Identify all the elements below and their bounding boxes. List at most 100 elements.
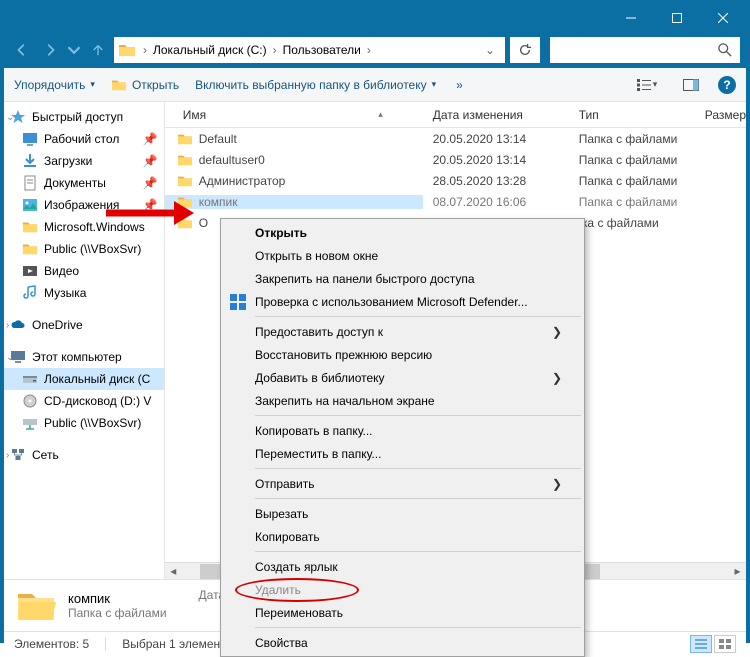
scroll-left-icon[interactable]: ◂ [165,563,182,580]
menu-pin-quick-access[interactable]: Закрепить на панели быстрого доступа [223,267,582,290]
chevron-right-icon: ❯ [552,477,562,491]
open-button[interactable]: Открыть [111,78,179,92]
column-size[interactable]: Размер [695,108,746,122]
network-drive-icon [22,415,38,431]
help-button[interactable]: ? [718,76,736,94]
pin-icon: 📌 [143,132,158,146]
open-folder-icon [111,78,127,92]
details-view-button[interactable] [690,635,712,653]
tree-downloads[interactable]: Загрузки📌 [4,150,164,172]
expand-icon[interactable]: › [6,450,9,461]
file-row[interactable]: Администратор 28.05.2020 13:28 Папка с ф… [165,170,746,191]
status-selection: Выбран 1 элемент [122,637,225,651]
chevron-right-icon[interactable]: › [364,43,374,57]
folder-icon [177,132,193,146]
up-button[interactable] [86,38,110,62]
history-dropdown[interactable] [66,38,82,62]
titlebar [4,4,746,32]
tree-item[interactable]: Public (\\VBoxSvr) [4,238,164,260]
menu-defender-scan[interactable]: Проверка с использованием Microsoft Defe… [223,290,582,313]
column-type[interactable]: Тип [569,108,695,122]
preview-pane-button[interactable] [674,74,708,96]
details-name: компик [68,591,167,606]
tree-local-disk[interactable]: Локальный диск (C [4,368,164,390]
navbar: › Локальный диск (C:) › Пользователи › ⌄ [4,32,746,68]
document-icon [22,175,38,191]
tree-this-pc[interactable]: ⌄Этот компьютер [4,346,164,368]
disc-icon [22,393,38,409]
organize-menu[interactable]: Упорядочить▾ [14,78,95,92]
command-bar: Упорядочить▾ Открыть Включить выбранную … [4,68,746,102]
menu-copy[interactable]: Копировать [223,525,582,548]
details-type: Папка с файлами [68,606,167,620]
close-button[interactable] [700,4,746,32]
icons-view-button[interactable] [714,635,736,653]
file-row[interactable]: defaultuser0 20.05.2020 13:14 Папка с фа… [165,149,746,170]
address-dropdown[interactable]: ⌄ [479,43,501,57]
minimize-button[interactable] [608,4,654,32]
search-input[interactable] [550,37,740,63]
menu-create-shortcut[interactable]: Создать ярлык [223,555,582,578]
tree-network[interactable]: ›Сеть [4,444,164,466]
drive-icon [22,371,38,387]
chevron-right-icon: ❯ [552,371,562,385]
maximize-button[interactable] [654,4,700,32]
address-bar[interactable]: › Локальный диск (C:) › Пользователи › ⌄ [114,37,505,63]
network-icon [10,447,26,463]
collapse-icon[interactable]: ⌄ [6,112,14,123]
status-item-count: Элементов: 5 [14,637,89,651]
menu-give-access[interactable]: Предоставить доступ к❯ [223,320,582,343]
tree-quick-access[interactable]: ⌄ Быстрый доступ [4,106,164,128]
desktop-icon [22,131,38,147]
tree-desktop[interactable]: Рабочий стол📌 [4,128,164,150]
pin-icon: 📌 [143,154,158,168]
menu-cut[interactable]: Вырезать [223,502,582,525]
breadcrumb-segment[interactable]: Локальный диск (C:) [150,43,270,57]
file-row[interactable]: компик 08.07.2020 16:06 Папка с файлами [165,191,746,212]
menu-send-to[interactable]: Отправить❯ [223,472,582,495]
tree-videos[interactable]: Видео [4,260,164,282]
search-icon [718,43,732,57]
menu-pin-start[interactable]: Закрепить на начальном экране [223,389,582,412]
menu-open[interactable]: Открыть [223,221,582,244]
menu-open-new-window[interactable]: Открыть в новом окне [223,244,582,267]
details-icon [695,639,707,649]
expand-icon[interactable]: › [6,320,9,331]
collapse-icon[interactable]: ⌄ [6,352,14,363]
column-name[interactable]: Имя▴ [165,108,423,122]
pin-icon: 📌 [143,176,158,190]
chevron-right-icon[interactable]: › [140,43,150,57]
tree-music[interactable]: Музыка [4,282,164,304]
folder-icon [118,42,136,58]
back-button[interactable] [10,38,34,62]
refresh-button[interactable] [510,37,540,63]
download-icon [22,153,38,169]
navigation-tree: ⌄ Быстрый доступ Рабочий стол📌 Загрузки📌… [4,102,165,579]
menu-restore-version[interactable]: Восстановить прежнюю версию [223,343,582,366]
cloud-icon [10,317,26,333]
menu-copy-to[interactable]: Копировать в папку... [223,419,582,442]
menu-rename[interactable]: Переименовать [223,601,582,624]
tree-documents[interactable]: Документы📌 [4,172,164,194]
include-library-menu[interactable]: Включить выбранную папку в библиотеку▾ [195,78,436,92]
column-headers: Имя▴ Дата изменения Тип Размер [165,102,746,128]
annotation-arrow [104,197,194,229]
overflow-button[interactable]: » [456,78,463,92]
view-options-button[interactable]: ▾ [630,74,664,96]
tree-cd-drive[interactable]: CD-дисковод (D:) V [4,390,164,412]
forward-button[interactable] [38,38,62,62]
video-icon [22,263,38,279]
sort-asc-icon: ▴ [378,109,383,120]
folder-large-icon [16,588,56,624]
pane-icon [683,79,699,91]
breadcrumb-segment[interactable]: Пользователи [280,43,364,57]
tree-network-drive[interactable]: Public (\\VBoxSvr) [4,412,164,434]
tree-onedrive[interactable]: ›OneDrive [4,314,164,336]
scroll-right-icon[interactable]: ▸ [729,563,746,580]
file-row[interactable]: Default 20.05.2020 13:14 Папка с файлами [165,128,746,149]
annotation-oval [235,578,359,602]
column-date[interactable]: Дата изменения [423,108,569,122]
menu-add-library[interactable]: Добавить в библиотеку❯ [223,366,582,389]
menu-move-to[interactable]: Переместить в папку... [223,442,582,465]
chevron-right-icon[interactable]: › [270,43,280,57]
